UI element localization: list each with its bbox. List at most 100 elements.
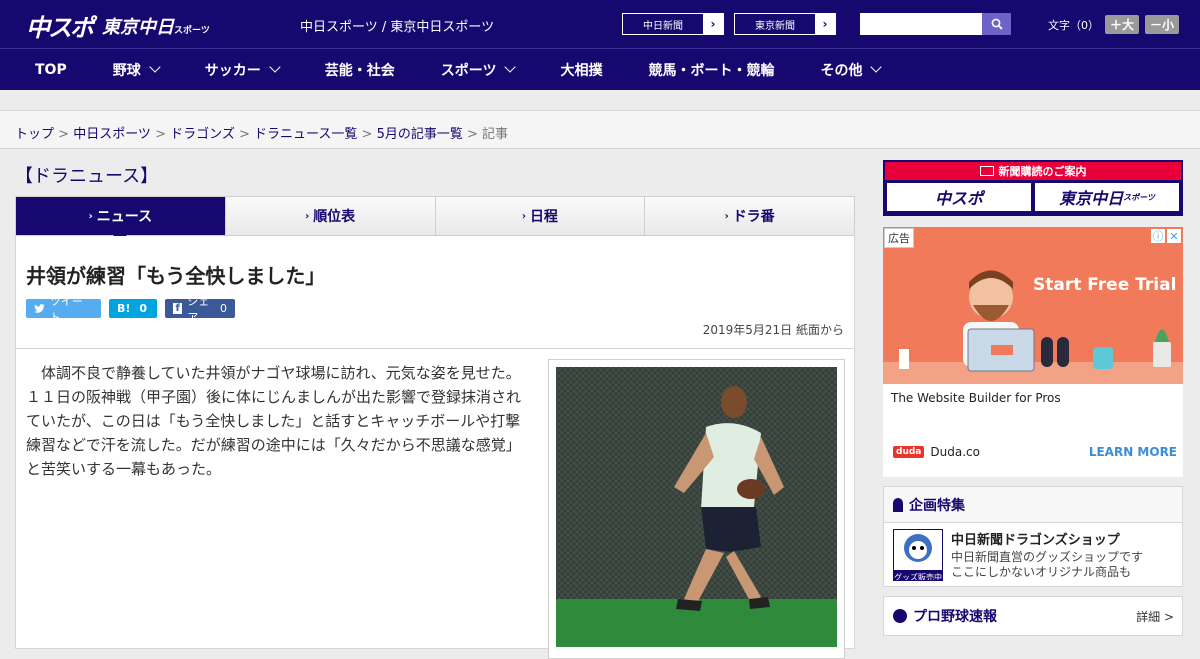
twitter-bird-icon — [34, 304, 45, 313]
logo-tokyo-small: スポーツ — [174, 25, 210, 36]
tab-news[interactable]: › ニュース — [16, 197, 226, 242]
hatena-bookmark-button[interactable]: B! 0 — [109, 299, 157, 318]
feature-desc-2: ここにしかないオリジナル商品も — [951, 565, 1132, 579]
nav-item-label: スポーツ — [440, 62, 497, 79]
font-bigger-button[interactable]: ＋大 — [1105, 15, 1140, 34]
subscribe-chuspo-button[interactable]: 中スポ — [887, 183, 1031, 211]
search-input[interactable] — [860, 13, 982, 35]
search-button[interactable] — [982, 13, 1011, 35]
feature-text: 中日新聞ドラゴンズショップ 中日新聞直営のグッズショップです ここにしかないオリ… — [951, 529, 1143, 581]
feature-item-dragons-shop[interactable]: グッズ販売中 中日新聞ドラゴンズショップ 中日新聞直営のグッズショップです ここ… — [884, 523, 1182, 587]
nav-item-label: その他 — [820, 62, 863, 79]
tokyo-shimbun-link[interactable]: 東京新聞 › — [734, 13, 836, 35]
site-header: 中スポ 東京中日スポーツ 中日スポーツ / 東京中日スポーツ 中日新聞 › 東京… — [0, 0, 1200, 48]
mascot-icon — [904, 534, 932, 562]
quick-heading: プロ野球速報 — [913, 609, 997, 625]
ad-info-icon[interactable]: ⓘ — [1151, 229, 1165, 243]
site-logo[interactable]: 中スポ 東京中日スポーツ — [26, 8, 210, 43]
sidebar: 新聞購読のご案内 中スポ 東京中日 スポーツ 広告 ⓘ ✕ Start Free… — [883, 160, 1183, 636]
font-smaller-button[interactable]: －小 — [1145, 15, 1180, 34]
search-box — [860, 13, 1011, 35]
ad-controls: ⓘ ✕ — [1151, 229, 1181, 243]
article-date: 2019年5月21日 紙面から — [702, 323, 844, 337]
chevron-right-icon: › — [88, 210, 93, 222]
facebook-share-button[interactable]: f シェア 0 — [165, 295, 235, 324]
nav-item-label: 芸能・社会 — [324, 62, 395, 79]
subscribe-tokyo-button[interactable]: 東京中日 スポーツ — [1035, 183, 1179, 211]
breadcrumb-dragons[interactable]: ドラゴンズ — [170, 127, 235, 142]
ad-brand-name: Duda.co — [930, 445, 980, 459]
breadcrumb-top[interactable]: トップ — [15, 127, 54, 142]
chunichi-shimbun-link[interactable]: 中日新聞 › — [622, 13, 724, 35]
tab-standings[interactable]: › 順位表 — [226, 197, 436, 235]
ribbon-icon — [893, 497, 903, 512]
nav-item-racing[interactable]: 競馬・ボート・競輪 — [648, 60, 774, 80]
ad-label: 広告 — [884, 228, 914, 248]
nav-item-label: サッカー — [204, 62, 261, 79]
tab-schedule[interactable]: › 日程 — [436, 197, 646, 235]
ad-learn-more-link[interactable]: LEARN MORE — [1089, 445, 1177, 459]
hatena-count: 0 — [139, 302, 148, 315]
font-size-label: 文字（0） — [1048, 18, 1099, 32]
subscription-buttons: 中スポ 東京中日 スポーツ — [885, 180, 1181, 214]
tweet-button[interactable]: ツイート — [26, 295, 101, 324]
breadcrumb-sep: > — [150, 127, 171, 142]
chevron-down-icon — [149, 60, 161, 73]
tab-label: 順位表 — [313, 209, 356, 225]
tab-dora-ban[interactable]: › ドラ番 — [645, 197, 854, 235]
tweet-label: ツイート — [49, 294, 83, 324]
logo-tokyo-chunichi: 東京中日スポーツ — [102, 13, 210, 39]
font-size-control: 文字（0） ＋大 －小 — [1048, 15, 1180, 34]
search-icon — [991, 18, 1003, 30]
chevron-down-icon — [504, 60, 517, 73]
facebook-label: シェア — [187, 294, 210, 324]
ad-brand: duda Duda.co — [893, 445, 980, 459]
logo-tokyo-text: 東京中日 — [102, 16, 174, 38]
hatena-icon: B! — [117, 302, 131, 315]
chunichi-shimbun-label: 中日新聞 — [643, 20, 683, 32]
nav-item-other[interactable]: その他 — [820, 60, 883, 80]
breadcrumb-current: 記事 — [482, 127, 509, 142]
article-text: 体調不良で静養していた井領がナゴヤ球場に訪れ、元気な姿を見せた。１１日の阪神戦（… — [26, 364, 522, 478]
breadcrumb-sep: > — [462, 127, 483, 142]
dragons-shop-thumbnail: グッズ販売中 — [893, 529, 943, 581]
advertisement[interactable]: 広告 ⓘ ✕ Start Free Trial The Website Buil… — [883, 227, 1183, 477]
article-photo-frame — [548, 359, 845, 659]
subscription-box: 新聞購読のご案内 中スポ 東京中日 スポーツ — [883, 160, 1183, 216]
chevron-right-icon: › — [815, 14, 835, 34]
chevron-right-icon: › — [305, 210, 310, 222]
newspaper-icon — [979, 166, 994, 176]
nav-item-baseball[interactable]: 野球 — [112, 60, 161, 80]
feature-heading-text: 企画特集 — [909, 497, 965, 514]
tab-label: ドラ番 — [732, 209, 775, 225]
site-names: 中日スポーツ / 東京中日スポーツ — [300, 20, 495, 35]
chevron-down-icon — [870, 60, 883, 73]
score-details-link[interactable]: 詳細 > — [1136, 608, 1174, 625]
tab-label: 日程 — [529, 209, 558, 225]
feature-desc-1: 中日新聞直営のグッズショップです — [951, 550, 1144, 564]
nav-item-soccer[interactable]: サッカー — [204, 60, 281, 80]
section-tabs: › ニュース › 順位表 › 日程 › ドラ番 — [15, 196, 855, 242]
ad-tagline: The Website Builder for Pros — [891, 391, 1061, 405]
subscribe-tokyo-small: スポーツ — [1123, 192, 1155, 202]
baseball-icon — [893, 609, 907, 623]
nav-item-sports[interactable]: スポーツ — [440, 60, 517, 80]
nav-item-top[interactable]: TOP — [35, 62, 67, 78]
nav-item-label: 野球 — [112, 62, 141, 79]
feature-box: 企画特集 グッズ販売中 中日新聞ドラゴンズショップ 中日新聞直営のグッズショップ… — [883, 486, 1183, 587]
feature-heading: 企画特集 — [884, 487, 1182, 523]
subscribe-tokyo-text: 東京中日 — [1059, 189, 1124, 208]
breadcrumb-chuspo[interactable]: 中日スポーツ — [73, 127, 151, 142]
tokyo-shimbun-label: 東京新聞 — [755, 20, 795, 32]
nav-item-sumo[interactable]: 大相撲 — [560, 60, 602, 80]
nav-item-entertainment[interactable]: 芸能・社会 — [325, 60, 395, 80]
ad-cta: Start Free Trial — [1033, 275, 1177, 295]
breadcrumb-may-list[interactable]: 5月の記事一覧 — [377, 127, 463, 142]
tab-label: ニュース — [96, 209, 153, 225]
breadcrumb-dora-news-list[interactable]: ドラニュース一覧 — [254, 127, 357, 142]
ad-illustration — [883, 227, 1183, 384]
breadcrumb-sep: > — [234, 127, 255, 142]
close-icon[interactable]: ✕ — [1167, 229, 1181, 243]
article-photo[interactable] — [556, 367, 837, 647]
share-buttons: ツイート B! 0 f シェア 0 — [26, 295, 844, 324]
